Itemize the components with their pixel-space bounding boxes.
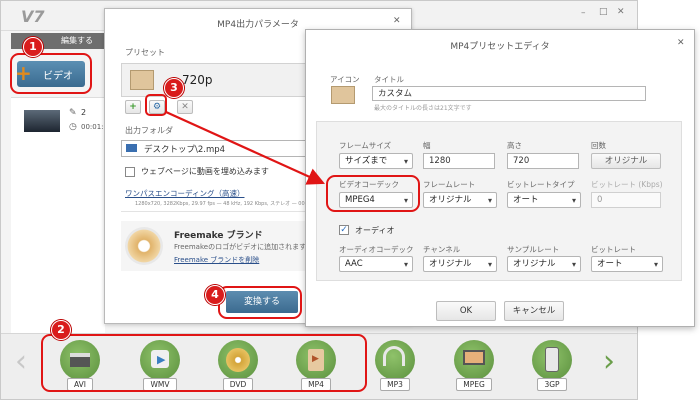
callout-arrow [165, 110, 326, 185]
